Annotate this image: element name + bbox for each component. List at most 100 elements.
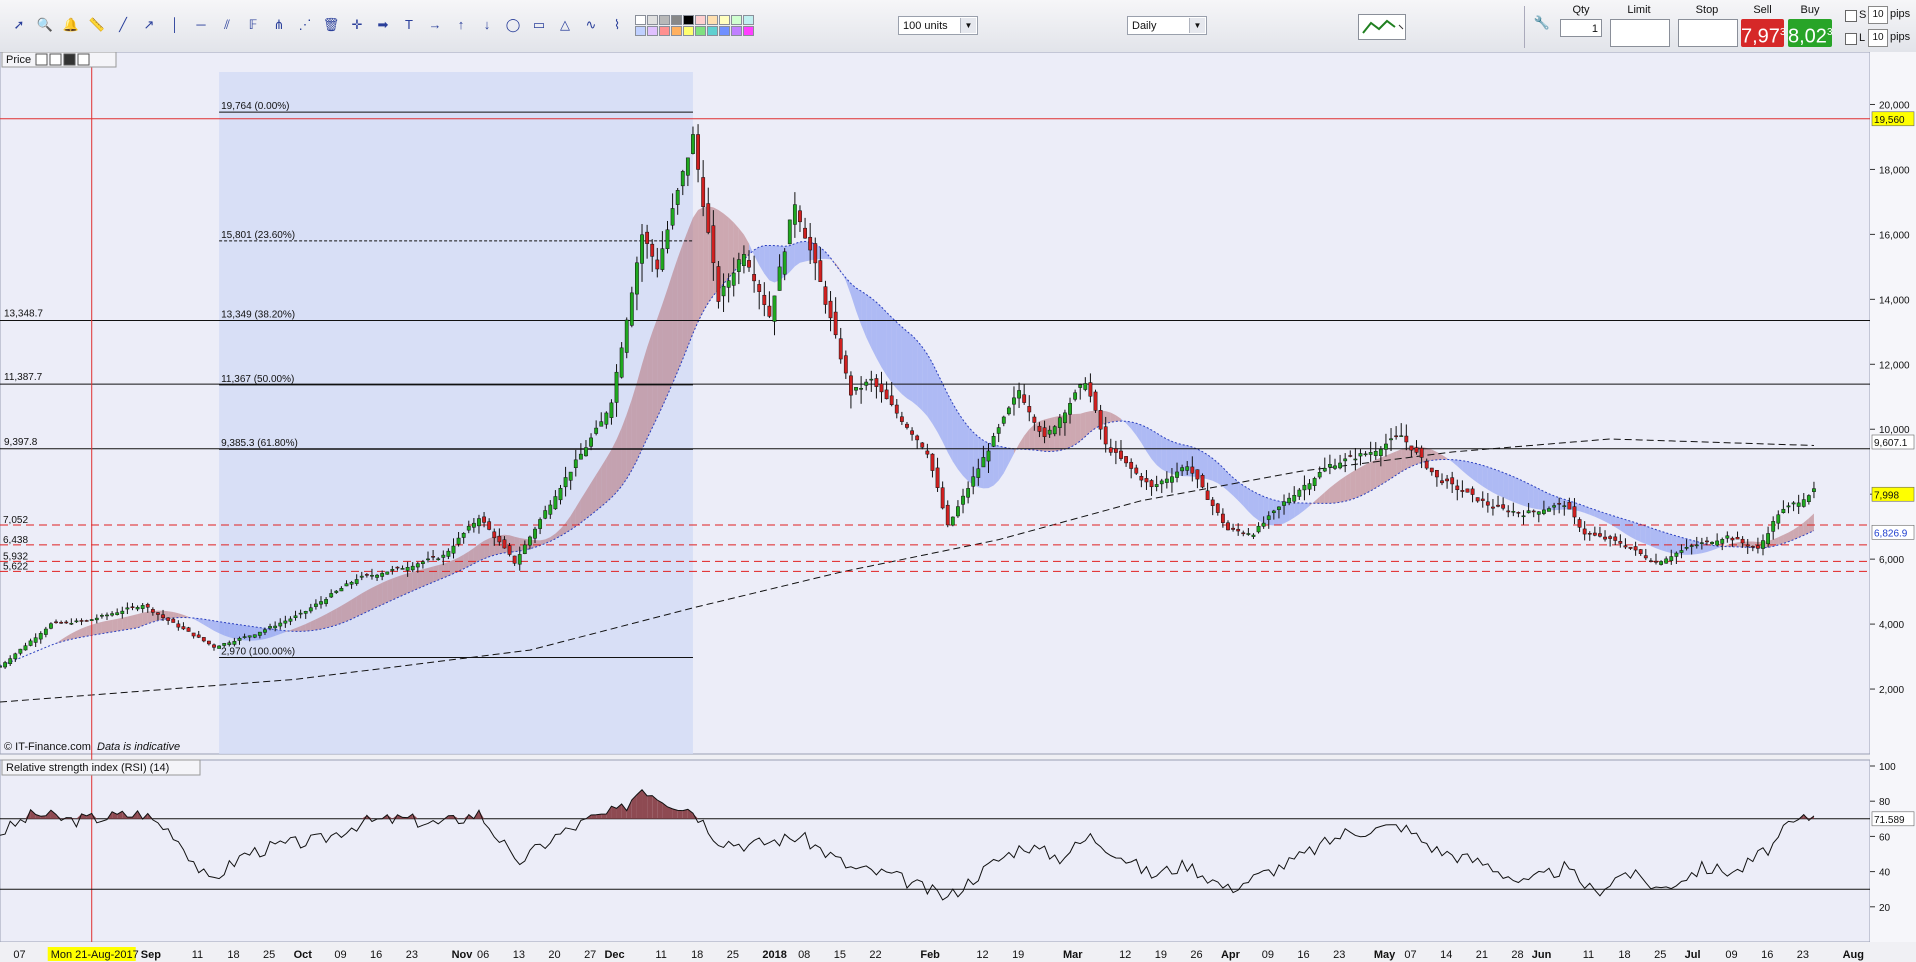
arrow-down-icon[interactable]: ↓ <box>478 16 496 34</box>
color-swatch[interactable] <box>659 15 670 25</box>
horizontal-level-label: 9,397.8 <box>4 437 38 448</box>
candle-up <box>247 635 252 638</box>
ellipse-icon[interactable]: ◯ <box>504 16 522 34</box>
bell-icon[interactable]: 🔔 <box>62 16 80 34</box>
gann-fan-icon[interactable]: ⋰ <box>296 16 314 34</box>
color-swatch[interactable] <box>719 26 730 36</box>
cloud-bull-segment <box>127 615 133 630</box>
candle-up <box>1159 480 1164 485</box>
stop-toggle[interactable] <box>1678 19 1738 47</box>
qty-input[interactable]: 1 <box>1560 19 1602 37</box>
cloud-bear-segment <box>932 363 938 433</box>
candle-up <box>1710 541 1714 544</box>
horizontal-line-icon[interactable]: ─ <box>192 16 210 34</box>
eraser-icon[interactable]: 🗑 <box>322 16 340 34</box>
cloud-bear-segment <box>1655 529 1662 551</box>
pitchfork-icon[interactable]: ⋔ <box>270 16 288 34</box>
ruler-icon[interactable]: 📏 <box>88 16 106 34</box>
color-swatch[interactable] <box>659 26 670 36</box>
cloud-bull-segment <box>321 614 327 630</box>
color-swatch[interactable] <box>695 26 706 36</box>
candle-up <box>1322 468 1327 472</box>
cloud-bear-segment <box>1482 465 1488 490</box>
candle-up <box>792 204 797 225</box>
candle-up <box>405 567 410 571</box>
sell-button[interactable]: 7,973 <box>1741 19 1786 48</box>
cloud-bear-segment <box>886 312 892 383</box>
pattern-icon[interactable]: ⌇ <box>608 16 626 34</box>
trendline-icon[interactable]: ╱ <box>114 16 132 34</box>
color-swatch[interactable] <box>707 26 718 36</box>
candle-down <box>1582 528 1587 535</box>
arrow-icon[interactable]: ➡ <box>374 16 392 34</box>
wave-icon[interactable]: ∿ <box>582 16 600 34</box>
wrench-icon[interactable]: 🔧 <box>1533 14 1551 32</box>
text-icon[interactable]: T <box>400 16 418 34</box>
buy-button[interactable]: 8,023 <box>1788 19 1833 48</box>
crosshair-icon[interactable]: ✛ <box>348 16 366 34</box>
candle-up <box>533 528 537 539</box>
chevron-down-icon: ▼ <box>1189 18 1205 33</box>
add-icon <box>77 53 90 66</box>
vertical-line-icon[interactable]: │ <box>166 16 184 34</box>
cloud-bull-segment <box>371 585 378 610</box>
candle-up <box>120 610 125 614</box>
candle-up <box>1720 539 1725 544</box>
cloud-bull-segment <box>1340 476 1346 503</box>
cloud-bull-segment <box>412 570 418 591</box>
color-swatch[interactable] <box>647 15 658 25</box>
color-swatch[interactable] <box>731 15 742 25</box>
quantity-select[interactable]: 100 units ▼ <box>898 16 978 35</box>
color-swatch[interactable] <box>731 26 742 36</box>
quantity-select-value: 100 units <box>903 20 948 32</box>
triangle-icon[interactable]: △ <box>556 16 574 34</box>
color-swatch[interactable] <box>635 26 646 36</box>
ray-icon[interactable]: ↗ <box>140 16 158 34</box>
cloud-bull-segment <box>1360 464 1366 497</box>
rsi-y-tick-label: 60 <box>1879 832 1891 843</box>
x-tick-label: Jul <box>1685 949 1701 961</box>
cloud-bull-segment <box>107 619 113 633</box>
candle-up <box>736 259 741 272</box>
color-swatch[interactable] <box>695 15 706 25</box>
rectangle-icon[interactable]: ▭ <box>530 16 548 34</box>
interval-select[interactable]: Daily ▼ <box>1127 16 1207 35</box>
candle-down <box>1501 504 1506 509</box>
s-checkbox[interactable] <box>1845 10 1857 22</box>
limit-toggle[interactable] <box>1610 19 1670 47</box>
color-swatch[interactable] <box>647 26 658 36</box>
candle-up <box>966 488 971 498</box>
color-swatch[interactable] <box>683 15 694 25</box>
candle-down <box>1205 490 1210 500</box>
fibonacci-icon[interactable]: 𝔽 <box>244 16 262 34</box>
chart-type-button[interactable] <box>1358 14 1406 40</box>
arrow-right-icon[interactable]: → <box>426 16 444 34</box>
color-swatch[interactable] <box>743 15 754 25</box>
arrow-up-icon[interactable]: ↑ <box>452 16 470 34</box>
pips-input-top[interactable]: 10 <box>1868 6 1888 24</box>
cursor-icon[interactable]: ➚ <box>10 16 28 34</box>
candle-up <box>385 571 390 575</box>
cloud-bull-segment <box>346 599 352 622</box>
candle-up <box>1175 471 1179 478</box>
channel-icon[interactable]: ⫽ <box>218 16 236 34</box>
cloud-bull-segment <box>117 617 123 632</box>
candle-down <box>1465 488 1470 493</box>
color-swatch[interactable] <box>683 26 694 36</box>
candle-up <box>869 378 874 381</box>
color-swatch[interactable] <box>719 15 730 25</box>
candle-down <box>1577 519 1582 528</box>
color-swatch[interactable] <box>707 15 718 25</box>
color-swatch[interactable] <box>671 26 682 36</box>
candle-up <box>1078 384 1083 388</box>
color-swatch[interactable] <box>671 15 682 25</box>
candle-up <box>1796 502 1801 507</box>
color-swatch[interactable] <box>743 26 754 36</box>
pips-input-bottom[interactable]: 10 <box>1868 29 1888 47</box>
candle-up <box>324 599 329 604</box>
color-swatch[interactable] <box>635 15 646 25</box>
zoom-icon[interactable]: 🔍 <box>36 16 54 34</box>
x-tick-label: 2018 <box>762 949 786 961</box>
l-checkbox[interactable] <box>1845 33 1857 45</box>
candle-up <box>635 262 639 295</box>
